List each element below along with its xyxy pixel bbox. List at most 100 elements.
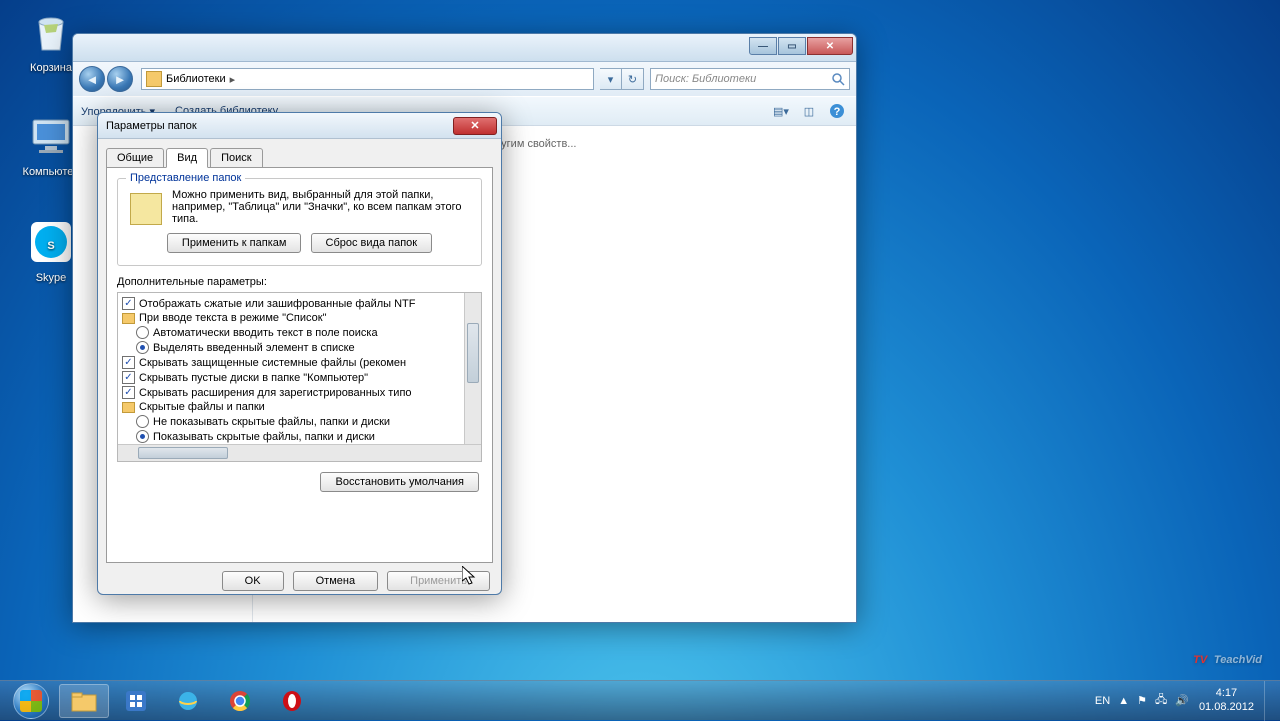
tray-flag-icon[interactable]: ▲ [1118, 695, 1129, 707]
ok-button[interactable]: OK [222, 571, 284, 591]
chrome-icon [228, 689, 252, 713]
trash-icon [27, 8, 75, 56]
scrollbar-thumb[interactable] [138, 447, 228, 459]
taskbar-item-app[interactable] [111, 684, 161, 718]
tree-node[interactable]: Автоматически вводить текст в поле поиск… [122, 325, 477, 340]
checkbox[interactable] [122, 371, 135, 384]
apply-button[interactable]: Применить [387, 571, 490, 591]
tab-search[interactable]: Поиск [210, 148, 262, 168]
taskbar-item-explorer[interactable] [59, 684, 109, 718]
chevron-right-icon[interactable]: ▸ [226, 73, 240, 86]
explorer-icon [70, 689, 98, 713]
svg-text:?: ? [834, 106, 841, 118]
close-button[interactable]: ✕ [453, 117, 497, 135]
folder-icon [122, 402, 135, 413]
tray-clock[interactable]: 4:17 01.08.2012 [1199, 687, 1254, 713]
apply-to-folders-button[interactable]: Применить к папкам [167, 233, 302, 253]
address-bar[interactable]: Библиотеки ▸ [141, 68, 594, 90]
radio[interactable] [136, 326, 149, 339]
tray-action-center-icon[interactable]: ⚑ [1137, 694, 1147, 707]
windows-orb-icon [13, 683, 49, 719]
folder-icon [122, 313, 135, 324]
preview-pane-button[interactable]: ◫ [798, 100, 820, 122]
checkbox[interactable] [122, 386, 135, 399]
skype-icon: S [27, 218, 75, 266]
tree-node-label: Показывать скрытые файлы, папки и диски [153, 431, 375, 443]
svg-text:S: S [47, 240, 54, 252]
radio[interactable] [136, 430, 149, 443]
tree-node[interactable]: Скрывать защищенные системные файлы (рек… [122, 355, 477, 370]
tree-node[interactable]: Не показывать скрытые файлы, папки и дис… [122, 414, 477, 429]
language-indicator[interactable]: EN [1095, 695, 1110, 707]
advanced-label: Дополнительные параметры: [117, 276, 482, 288]
group-legend: Представление папок [126, 172, 245, 184]
nav-back-button[interactable]: ◄ [79, 66, 105, 92]
tree-node[interactable]: Скрывать пустые диски в папке "Компьютер… [122, 370, 477, 385]
tree-node-label: Отображать сжатые или зашифрованные файл… [139, 298, 415, 310]
computer-icon [27, 112, 75, 160]
tree-node-label: Автоматически вводить текст в поле поиск… [153, 327, 378, 339]
tab-general[interactable]: Общие [106, 148, 164, 168]
nav-forward-button[interactable]: ► [107, 66, 133, 92]
maximize-button[interactable]: ▭ [778, 37, 806, 55]
folder-views-desc: Можно применить вид, выбранный для этой … [172, 189, 471, 225]
minimize-button[interactable]: — [749, 37, 777, 55]
tab-body: Представление папок Можно применить вид,… [106, 167, 493, 563]
tree-node[interactable]: Показывать скрытые файлы, папки и диски [122, 429, 477, 444]
tree-node[interactable]: Скрытые файлы и папки [122, 400, 477, 414]
checkbox[interactable] [122, 297, 135, 310]
window-titlebar[interactable]: — ▭ ✕ [73, 34, 856, 62]
advanced-settings-tree[interactable]: Отображать сжатые или зашифрованные файл… [117, 292, 482, 462]
horizontal-scrollbar[interactable] [118, 444, 481, 461]
tray-network-icon[interactable]: 🖧 [1155, 691, 1167, 710]
tree-node-label: Не показывать скрытые файлы, папки и дис… [153, 416, 390, 428]
folder-options-dialog: Параметры папок ✕ Общие Вид Поиск Предст… [97, 112, 502, 595]
taskbar[interactable]: EN ▲ ⚑ 🖧 🔊 4:17 01.08.2012 [0, 680, 1280, 720]
close-button[interactable]: ✕ [807, 37, 853, 55]
taskbar-item-chrome[interactable] [215, 684, 265, 718]
dialog-title: Параметры папок [106, 120, 453, 132]
cancel-button[interactable]: Отмена [293, 571, 378, 591]
folder-icon [146, 71, 162, 87]
radio[interactable] [136, 341, 149, 354]
address-dropdown-button[interactable]: ▾ [600, 68, 622, 90]
dialog-buttons: OK Отмена Применить [98, 571, 501, 599]
restore-defaults-button[interactable]: Восстановить умолчания [320, 472, 479, 492]
refresh-button[interactable]: ↻ [622, 68, 644, 90]
tree-node[interactable]: При вводе текста в режиме "Список" [122, 311, 477, 325]
dialog-titlebar[interactable]: Параметры папок ✕ [98, 113, 501, 139]
tray-time: 4:17 [1199, 687, 1254, 700]
folder-views-group: Представление папок Можно применить вид,… [117, 178, 482, 266]
scrollbar-thumb[interactable] [467, 323, 479, 383]
tray-date: 01.08.2012 [1199, 701, 1254, 714]
tree-node[interactable]: Отображать сжатые или зашифрованные файл… [122, 296, 477, 311]
radio[interactable] [136, 415, 149, 428]
help-button[interactable]: ? [826, 100, 848, 122]
tree-node-label: При вводе текста в режиме "Список" [139, 312, 326, 324]
opera-icon [280, 689, 304, 713]
tree-node[interactable]: Скрывать расширения для зарегистрированн… [122, 385, 477, 400]
watermark: TV TeachVid [1193, 642, 1262, 670]
checkbox[interactable] [122, 356, 135, 369]
show-desktop-button[interactable] [1264, 681, 1276, 721]
ie-icon [176, 689, 200, 713]
vertical-scrollbar[interactable] [464, 293, 481, 444]
tree-node[interactable]: Выделять введенный элемент в списке [122, 340, 477, 355]
search-input[interactable]: Поиск: Библиотеки [650, 68, 850, 90]
view-mode-button[interactable]: ▤▾ [770, 100, 792, 122]
search-placeholder: Поиск: Библиотеки [655, 73, 756, 85]
tab-view[interactable]: Вид [166, 148, 208, 168]
tree-node-label: Скрывать защищенные системные файлы (рек… [139, 357, 406, 369]
start-button[interactable] [4, 681, 58, 721]
system-tray[interactable]: EN ▲ ⚑ 🖧 🔊 4:17 01.08.2012 [1091, 681, 1276, 721]
reset-folders-button[interactable]: Сброс вида папок [311, 233, 433, 253]
tree-node-label: Скрывать пустые диски в папке "Компьютер… [139, 372, 368, 384]
taskbar-item-opera[interactable] [267, 684, 317, 718]
taskbar-item-ie[interactable] [163, 684, 213, 718]
nav-row: ◄ ► Библиотеки ▸ ▾ ↻ Поиск: Библиотеки [73, 62, 856, 96]
tray-volume-icon[interactable]: 🔊 [1175, 694, 1189, 707]
breadcrumb[interactable]: Библиотеки [166, 73, 226, 85]
app-icon [124, 689, 148, 713]
tree-node-label: Скрывать расширения для зарегистрированн… [139, 387, 412, 399]
tab-strip: Общие Вид Поиск [98, 139, 501, 167]
